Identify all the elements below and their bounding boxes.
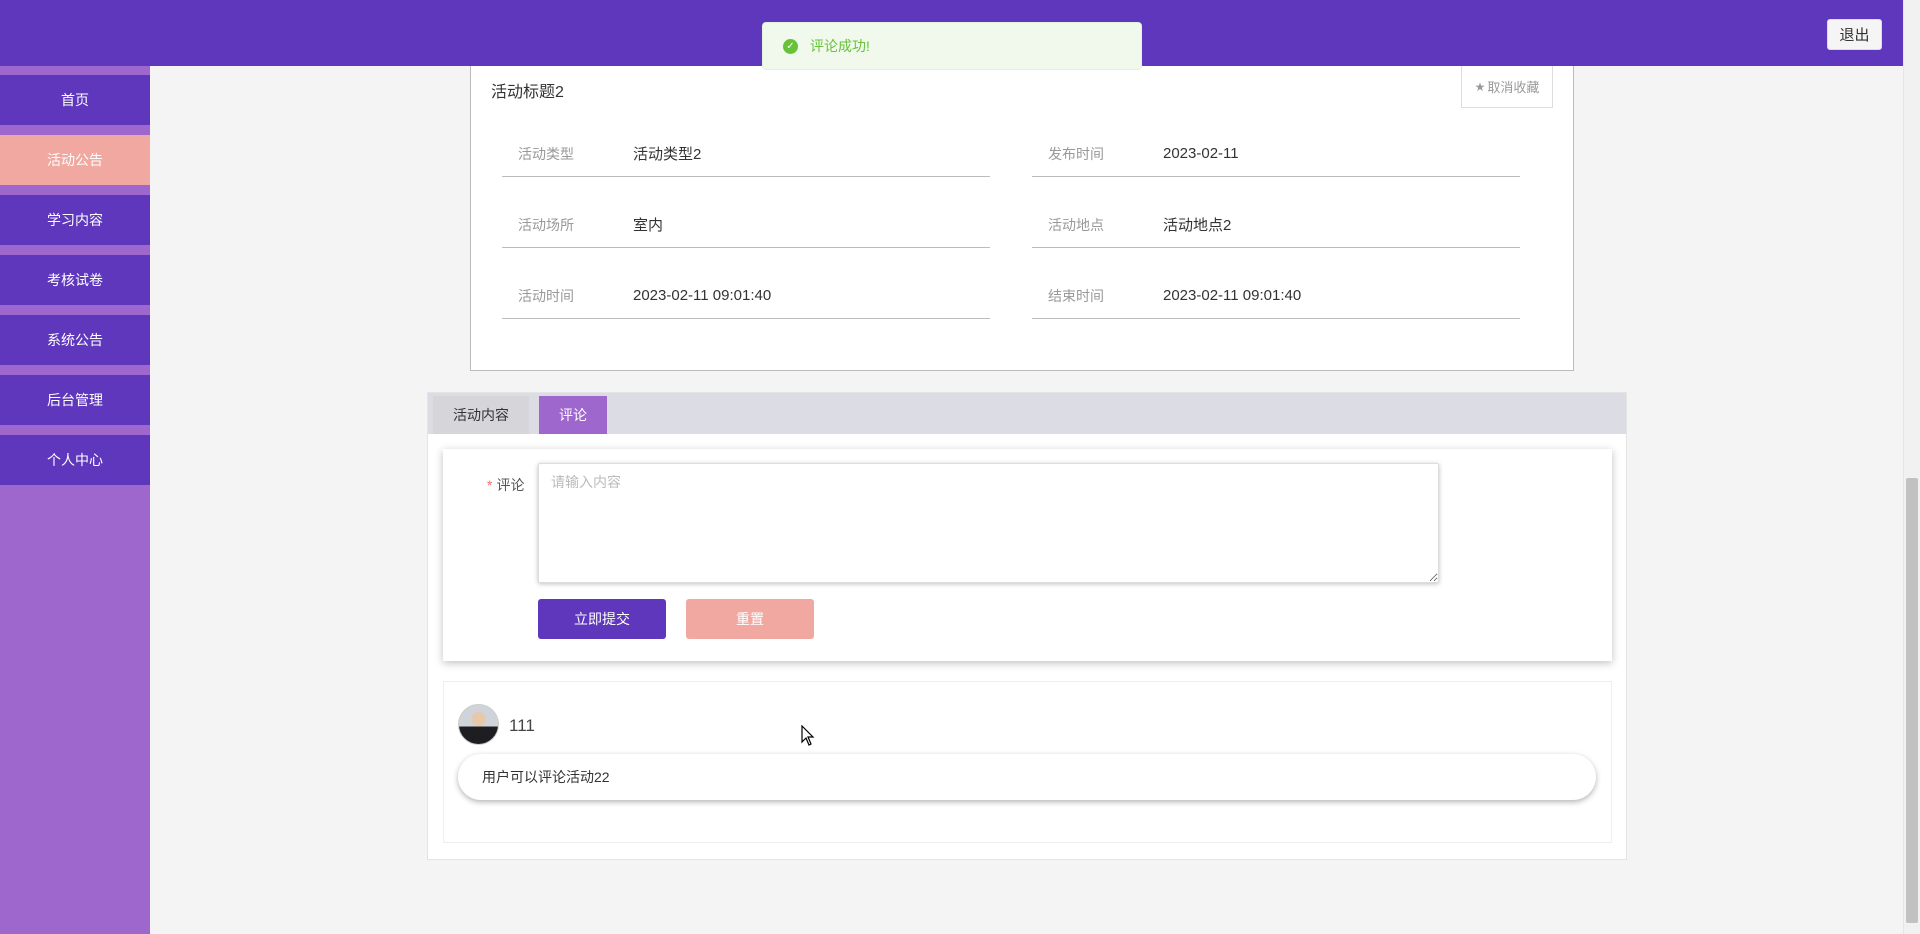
activity-title: 活动标题2 bbox=[491, 84, 564, 101]
sidebar-item-study-content[interactable]: 学习内容 bbox=[0, 195, 150, 245]
tabs-panel: 活动内容 评论 *评论 立即提交 重置 111 用户可以评论活动22 bbox=[427, 392, 1627, 860]
sidebar-item-system-announcements[interactable]: 系统公告 bbox=[0, 315, 150, 365]
field-label: 结束时间 bbox=[1048, 287, 1104, 304]
sidebar-item-exam-papers[interactable]: 考核试卷 bbox=[0, 255, 150, 305]
comment-bubble: 用户可以评论活动22 bbox=[458, 754, 1596, 800]
field-value: 2023-02-11 09:01:40 bbox=[633, 287, 772, 304]
comment-textarea[interactable] bbox=[538, 463, 1439, 583]
sidebar: 首页 活动公告 学习内容 考核试卷 系统公告 后台管理 个人中心 bbox=[0, 66, 150, 934]
sidebar-item-activity-announcements[interactable]: 活动公告 bbox=[0, 135, 150, 185]
logout-button[interactable]: 退出 bbox=[1827, 19, 1882, 50]
comments-list: 111 用户可以评论活动22 bbox=[443, 681, 1612, 843]
sidebar-item-admin[interactable]: 后台管理 bbox=[0, 375, 150, 425]
field-label: 活动类型 bbox=[518, 145, 574, 162]
field-start-time: 活动时间 2023-02-11 09:01:40 bbox=[502, 273, 990, 319]
success-toast: ✓ 评论成功! bbox=[762, 22, 1142, 70]
field-publish-time: 发布时间 2023-02-11 bbox=[1032, 131, 1520, 177]
field-venue: 活动场所 室内 bbox=[502, 202, 990, 248]
sidebar-item-personal-center[interactable]: 个人中心 bbox=[0, 435, 150, 485]
comment-form: *评论 立即提交 重置 bbox=[443, 449, 1612, 661]
field-value: 2023-02-11 bbox=[1163, 145, 1239, 162]
tab-comment[interactable]: 评论 bbox=[539, 396, 607, 434]
field-value: 2023-02-11 09:01:40 bbox=[1163, 287, 1302, 304]
tabs-bar: 活动内容 评论 bbox=[428, 393, 1626, 434]
field-value: 室内 bbox=[633, 217, 664, 234]
unfavorite-button[interactable]: ★ 取消收藏 bbox=[1461, 66, 1553, 108]
tab-activity-content[interactable]: 活动内容 bbox=[433, 396, 529, 434]
field-value: 活动地点2 bbox=[1163, 217, 1232, 234]
field-location: 活动地点 活动地点2 bbox=[1032, 202, 1520, 248]
scrollbar-thumb[interactable] bbox=[1906, 478, 1918, 923]
comment-username: 111 bbox=[509, 716, 535, 735]
comment-label-text: 评论 bbox=[496, 477, 525, 493]
check-circle-icon: ✓ bbox=[783, 38, 798, 54]
unfavorite-label: 取消收藏 bbox=[1487, 80, 1540, 95]
field-label: 活动地点 bbox=[1048, 216, 1104, 233]
field-label: 发布时间 bbox=[1048, 145, 1104, 162]
avatar bbox=[458, 704, 499, 745]
required-mark: * bbox=[487, 477, 493, 493]
activity-detail-card: 活动标题2 ★ 取消收藏 活动类型 活动类型2 发布时间 2023-02-11 … bbox=[470, 66, 1574, 371]
field-end-time: 结束时间 2023-02-11 09:01:40 bbox=[1032, 273, 1520, 319]
toast-message: 评论成功! bbox=[810, 38, 870, 54]
field-value: 活动类型2 bbox=[633, 146, 702, 163]
field-activity-type: 活动类型 活动类型2 bbox=[502, 131, 990, 177]
field-label: 活动场所 bbox=[518, 216, 574, 233]
scrollbar[interactable] bbox=[1903, 0, 1920, 934]
comment-label: * 评论 bbox=[487, 475, 524, 495]
sidebar-item-home[interactable]: 首页 bbox=[0, 75, 150, 125]
field-label: 活动时间 bbox=[518, 287, 574, 304]
mouse-cursor-icon bbox=[801, 725, 815, 746]
submit-button[interactable]: 立即提交 bbox=[538, 599, 666, 639]
star-icon: ★ bbox=[1474, 79, 1486, 94]
reset-button[interactable]: 重置 bbox=[686, 599, 814, 639]
